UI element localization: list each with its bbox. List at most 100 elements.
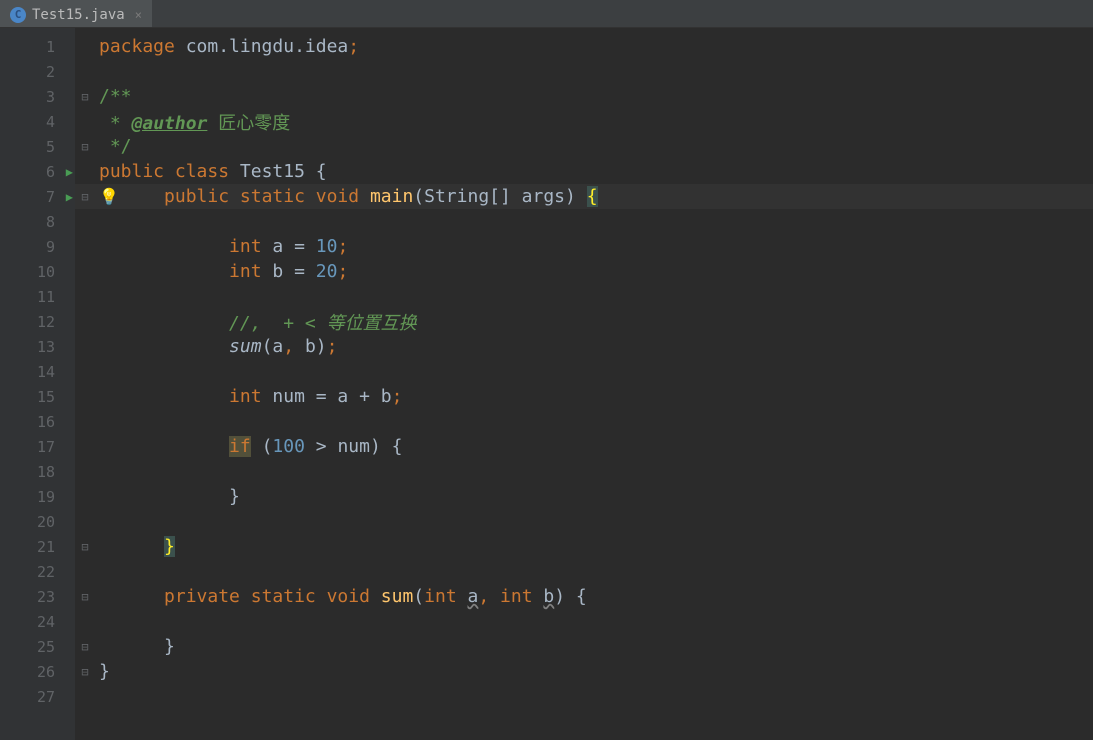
code-line[interactable]: ⊟ */ [75,134,1093,159]
fold-marker[interactable]: ⊟ [75,584,95,609]
line-number: 10 [0,259,75,284]
close-icon[interactable]: × [135,8,142,22]
token-punct: (String[] args) [413,186,586,207]
code-line[interactable]: int num = a + b; [75,384,1093,409]
token-pkg: a = [272,236,315,257]
line-number: 2 [0,59,75,84]
token-highlight-if: if [229,436,251,457]
token-kw: public class [99,161,240,182]
code-line[interactable] [75,459,1093,484]
token-method-name: main [370,186,413,207]
fold-marker[interactable]: ⊟ [75,184,95,209]
fold-marker[interactable]: ⊟ [75,134,95,159]
fold-marker[interactable]: ⊟ [75,634,95,659]
code-line[interactable]: package com.lingdu.idea; [75,34,1093,59]
token-pkg: b = [272,261,315,282]
code-content: sum(a, b); [75,336,337,357]
token-punct: } [99,661,110,682]
line-number: 18 [0,459,75,484]
code-line[interactable] [75,609,1093,634]
code-content: public static void main(String[] args) { [75,186,598,207]
token-kw: public static [164,186,316,207]
code-content: } [75,486,240,507]
token-num: 100 [272,436,305,457]
intention-bulb-icon[interactable]: 💡 [99,187,119,206]
file-tab[interactable]: C Test15.java × [0,0,152,27]
run-gutter-icon[interactable]: ▶ [66,165,73,179]
code-line[interactable] [75,59,1093,84]
code-line[interactable] [75,359,1093,384]
token-kw: void [316,186,370,207]
code-line[interactable] [75,509,1093,534]
code-line[interactable]: ⊟ private static void sum(int a, int b) … [75,584,1093,609]
fold-marker[interactable]: ⊟ [75,534,95,559]
code-line[interactable]: sum(a, b); [75,334,1093,359]
fold-marker[interactable]: ⊟ [75,84,95,109]
tab-bar: C Test15.java × [0,0,1093,28]
token-comma-orange: , [283,336,305,357]
line-number: 16 [0,409,75,434]
code-line[interactable]: int b = 20; [75,259,1093,284]
line-number: 26 [0,659,75,684]
code-line[interactable] [75,684,1093,709]
code-line[interactable] [75,409,1093,434]
token-comma-orange: ; [348,36,359,57]
token-highlight-brace: { [587,186,598,207]
code-line[interactable]: ⊟} [75,659,1093,684]
token-comma-orange: , [478,586,500,607]
code-line[interactable] [75,559,1093,584]
line-number: 7▶ [0,184,75,209]
fold-marker[interactable]: ⊟ [75,659,95,684]
code-content: //, + < 等位置互换 [75,309,417,335]
token-comment: //, + < 等位置互换 [229,313,417,334]
line-number: 9 [0,234,75,259]
code-line[interactable]: //, + < 等位置互换 [75,309,1093,334]
token-num: 20 [316,261,338,282]
token-doc-author: 匠心零度 [207,113,290,134]
token-class-name: Test15 [240,161,316,182]
code-line[interactable]: if (100 > num) { [75,434,1093,459]
line-number: 23 [0,584,75,609]
code-line[interactable]: ⊟ } [75,634,1093,659]
token-doc-comment: /** [99,86,132,107]
token-num: 10 [316,236,338,257]
token-kw: void [327,586,381,607]
token-highlight-brace: } [164,536,175,557]
line-number: 6▶ [0,159,75,184]
code-line[interactable]: ⊟💡 public static void main(String[] args… [75,184,1093,209]
token-kw: private static [164,586,327,607]
editor: 123456▶7▶8910111213141516171819202122232… [0,28,1093,740]
line-number: 19 [0,484,75,509]
code-line[interactable]: int a = 10; [75,234,1093,259]
tab-filename: Test15.java [32,7,125,23]
code-area[interactable]: package com.lingdu.idea;⊟/** * @author 匠… [75,28,1093,740]
token-kw: int [229,236,272,257]
code-line[interactable]: ⊟ } [75,534,1093,559]
line-number: 17 [0,434,75,459]
code-content: package com.lingdu.idea; [75,36,359,57]
code-content: int num = a + b; [75,386,402,407]
token-doc-comment: */ [99,136,132,157]
token-punct: } [229,486,240,507]
line-number: 1 [0,34,75,59]
code-line[interactable]: * @author 匠心零度 [75,109,1093,134]
run-gutter-icon[interactable]: ▶ [66,190,73,204]
code-content: private static void sum(int a, int b) { [75,586,587,607]
token-method-name: sum [381,586,414,607]
line-number: 5 [0,134,75,159]
token-italic-call: sum [229,336,262,357]
line-number: 14 [0,359,75,384]
code-line[interactable]: ⊟/** [75,84,1093,109]
token-kw: int [424,586,467,607]
code-content: int a = 10; [75,236,348,257]
code-line[interactable] [75,284,1093,309]
code-line[interactable]: } [75,484,1093,509]
code-line[interactable]: public class Test15 { [75,159,1093,184]
code-content: if (100 > num) { [75,436,402,457]
token-kw: int [500,586,543,607]
code-line[interactable] [75,209,1093,234]
line-number: 15 [0,384,75,409]
token-pkg: com.lingdu.idea [186,36,349,57]
token-comma-orange: ; [327,336,338,357]
line-number: 24 [0,609,75,634]
